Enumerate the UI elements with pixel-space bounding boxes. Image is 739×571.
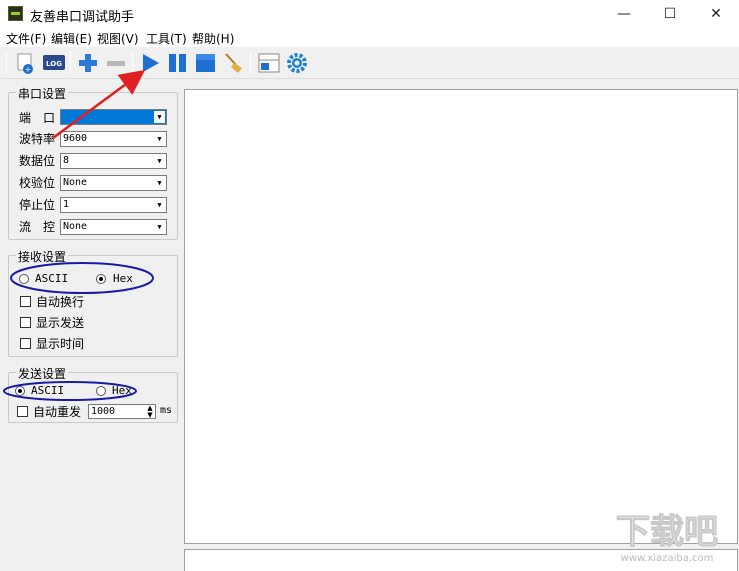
serial-settings-title: 串口设置 (16, 85, 69, 102)
interval-unit: ms (160, 405, 173, 416)
toolbar-separator (70, 52, 71, 74)
close-button[interactable]: ✕ (693, 0, 739, 28)
send-ascii-label: ASCII (31, 384, 65, 397)
flow-value: None (63, 221, 88, 232)
chevron-down-icon: ▼ (157, 201, 162, 209)
send-settings-title: 发送设置 (16, 365, 69, 382)
svg-text:+: + (25, 65, 32, 74)
watermark-logo: 下载吧 www.xiazaiba.com (600, 505, 735, 567)
auto-resend-label: 自动重发 (33, 405, 82, 419)
new-icon[interactable]: + (14, 51, 38, 75)
receive-ascii-label: ASCII (35, 272, 69, 285)
parity-label: 校验位 (19, 176, 56, 190)
show-time-label: 显示时间 (36, 337, 85, 351)
menu-help[interactable]: 帮助(H) (192, 30, 234, 47)
show-time-checkbox[interactable] (20, 338, 31, 349)
receive-text-area[interactable] (184, 89, 738, 544)
stop-icon[interactable] (194, 51, 218, 75)
menu-edit[interactable]: 编辑(E) (51, 30, 92, 47)
stop-bits-select[interactable]: 1 ▼ (60, 197, 167, 213)
clear-icon[interactable] (222, 51, 246, 75)
layout-icon[interactable] (257, 51, 281, 75)
log-label: LOG (46, 60, 62, 68)
watermark-text: 下载吧 (616, 512, 718, 552)
toolbar: + LOG (0, 47, 739, 79)
stop-bits-value: 1 (63, 199, 70, 210)
flow-label: 流 控 (19, 220, 56, 234)
chevron-down-icon: ▼ (157, 179, 162, 187)
menu-view[interactable]: 视图(V) (97, 30, 139, 47)
minimize-button[interactable]: — (601, 0, 647, 28)
send-settings-group: 发送设置 ASCII Hex 自动重发 1000 ▲ ▼ ms (8, 365, 178, 423)
chevron-down-icon: ▼ (154, 111, 165, 123)
receive-settings-group: 接收设置 ASCII Hex 自动换行 显示发送 显示时间 (8, 248, 178, 357)
auto-newline-checkbox[interactable] (20, 296, 31, 307)
title-bar: 友善串口调试助手 — ☐ ✕ (0, 0, 739, 28)
receive-settings-title: 接收设置 (16, 248, 69, 265)
window-title: 友善串口调试助手 (30, 10, 135, 25)
menu-file[interactable]: 文件(F) (6, 30, 46, 47)
watermark-url: www.xiazaiba.com (621, 553, 714, 564)
show-send-label: 显示发送 (36, 316, 85, 330)
toolbar-separator (250, 52, 251, 74)
spin-updown-icon[interactable]: ▲ ▼ (145, 405, 155, 420)
settings-icon[interactable] (285, 51, 309, 75)
baud-select[interactable]: 9600 ▼ (60, 131, 167, 147)
auto-newline-label: 自动换行 (36, 295, 85, 309)
maximize-button[interactable]: ☐ (647, 0, 693, 28)
port-select[interactable]: ▼ (60, 109, 167, 125)
menu-bar: 文件(F) 编辑(E) 视图(V) 工具(T) 帮助(H) (0, 28, 739, 47)
toolbar-separator (6, 52, 7, 74)
log-icon[interactable]: LOG (42, 51, 66, 75)
serial-settings-group: 串口设置 端 口 ▼ 波特率 9600 ▼ 数据位 8 ▼ 校验位 None ▼… (8, 85, 178, 240)
baud-value: 9600 (63, 133, 88, 144)
chevron-down-icon: ▼ (157, 135, 162, 143)
remove-icon[interactable] (104, 51, 128, 75)
flow-select[interactable]: None ▼ (60, 219, 167, 235)
send-hex-label: Hex (112, 384, 132, 397)
receive-hex-radio[interactable] (96, 274, 106, 284)
chevron-down-icon: ▼ (157, 223, 162, 231)
send-hex-radio[interactable] (96, 386, 106, 396)
receive-hex-label: Hex (113, 272, 133, 285)
play-icon[interactable] (138, 51, 162, 75)
send-ascii-radio[interactable] (15, 386, 25, 396)
settings-panel: 串口设置 端 口 ▼ 波特率 9600 ▼ 数据位 8 ▼ 校验位 None ▼… (0, 80, 183, 571)
data-bits-value: 8 (63, 155, 70, 166)
pause-icon[interactable] (166, 51, 190, 75)
app-icon (8, 6, 23, 21)
toolbar-separator (132, 52, 133, 74)
parity-value: None (63, 177, 88, 188)
baud-label: 波特率 (19, 132, 56, 146)
menu-tools[interactable]: 工具(T) (146, 30, 187, 47)
data-bits-label: 数据位 (19, 154, 56, 168)
auto-resend-checkbox[interactable] (17, 406, 28, 417)
stop-bits-label: 停止位 (19, 198, 56, 212)
parity-select[interactable]: None ▼ (60, 175, 167, 191)
add-icon[interactable] (76, 51, 100, 75)
port-label: 端 口 (19, 111, 56, 125)
data-bits-select[interactable]: 8 ▼ (60, 153, 167, 169)
show-send-checkbox[interactable] (20, 317, 31, 328)
receive-ascii-radio[interactable] (19, 274, 29, 284)
chevron-down-icon: ▼ (157, 157, 162, 165)
